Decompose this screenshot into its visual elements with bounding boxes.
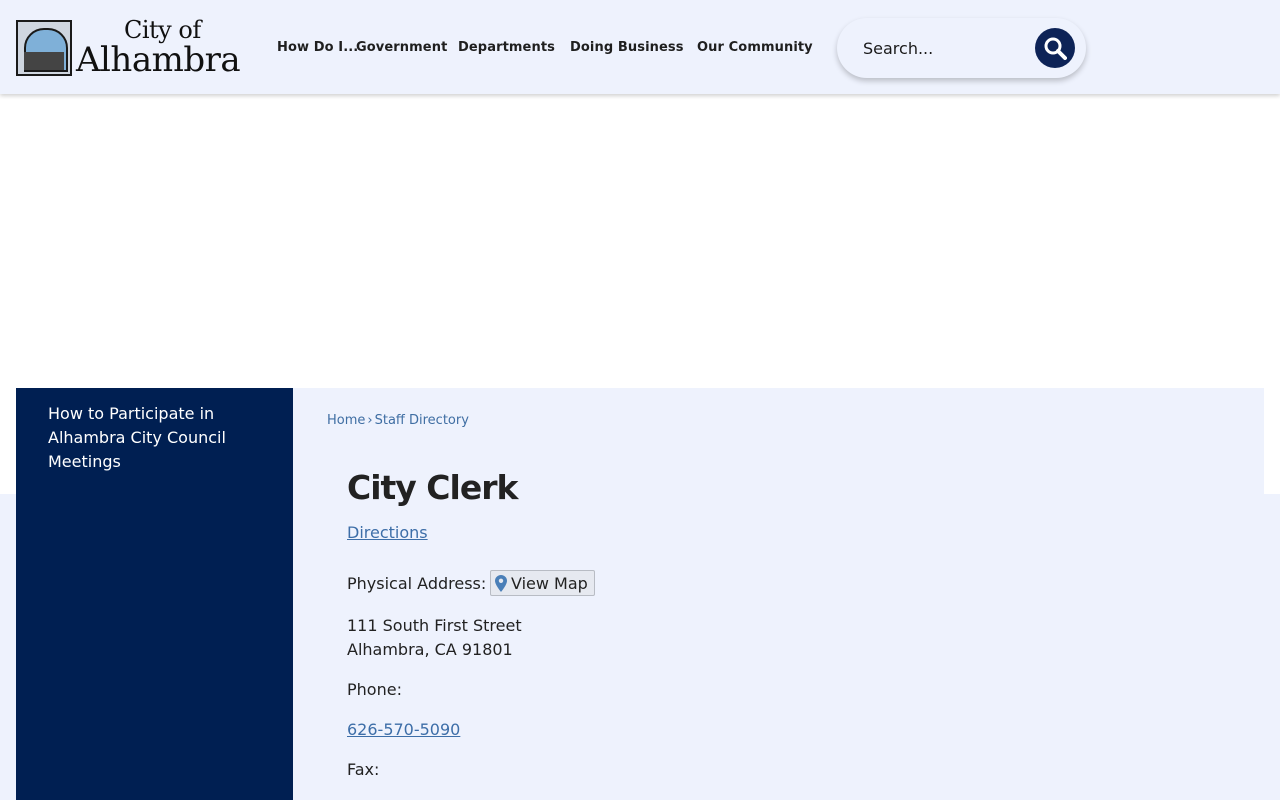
nav-departments[interactable]: Departments <box>458 40 555 55</box>
search-box <box>837 18 1086 78</box>
nav-doing-business[interactable]: Doing Business <box>570 40 684 55</box>
page-title: City Clerk <box>347 468 518 507</box>
search-button[interactable] <box>1035 28 1075 68</box>
nav-how-do-i[interactable]: How Do I... <box>277 40 358 55</box>
phone-label: Phone: <box>347 680 402 699</box>
breadcrumb-home[interactable]: Home <box>327 413 365 428</box>
main-content: Home › Staff Directory City Clerk Directio… <box>293 388 1264 800</box>
search-icon <box>1044 37 1067 60</box>
map-pin-icon <box>495 574 507 592</box>
sidebar: How to Participate in Alhambra City Coun… <box>16 388 293 800</box>
breadcrumb: Home › Staff Directory <box>327 413 469 428</box>
city-seal-icon <box>16 20 72 76</box>
phone-link[interactable]: 626-570-5090 <box>347 720 460 739</box>
nav-our-community[interactable]: Our Community <box>697 40 813 55</box>
view-map-button[interactable]: View Map <box>490 570 595 596</box>
search-input[interactable] <box>861 32 1033 64</box>
nav-government[interactable]: Government <box>356 40 447 55</box>
address-line-2: Alhambra, CA 91801 <box>347 640 513 659</box>
site-header: City of Alhambra How Do I... Government … <box>0 0 1280 94</box>
breadcrumb-staff-directory[interactable]: Staff Directory <box>375 413 469 428</box>
logo-city-name: Alhambra <box>76 40 241 80</box>
breadcrumb-separator: › <box>367 413 373 428</box>
city-logo[interactable]: City of Alhambra <box>16 16 256 80</box>
view-map-label: View Map <box>511 573 588 593</box>
directions-link[interactable]: Directions <box>347 523 428 542</box>
sidebar-item-participate-council-meetings[interactable]: How to Participate in Alhambra City Coun… <box>48 402 258 474</box>
fax-label: Fax: <box>347 760 380 779</box>
physical-address-label: Physical Address: <box>347 574 487 593</box>
address-line-1: 111 South First Street <box>347 616 522 635</box>
